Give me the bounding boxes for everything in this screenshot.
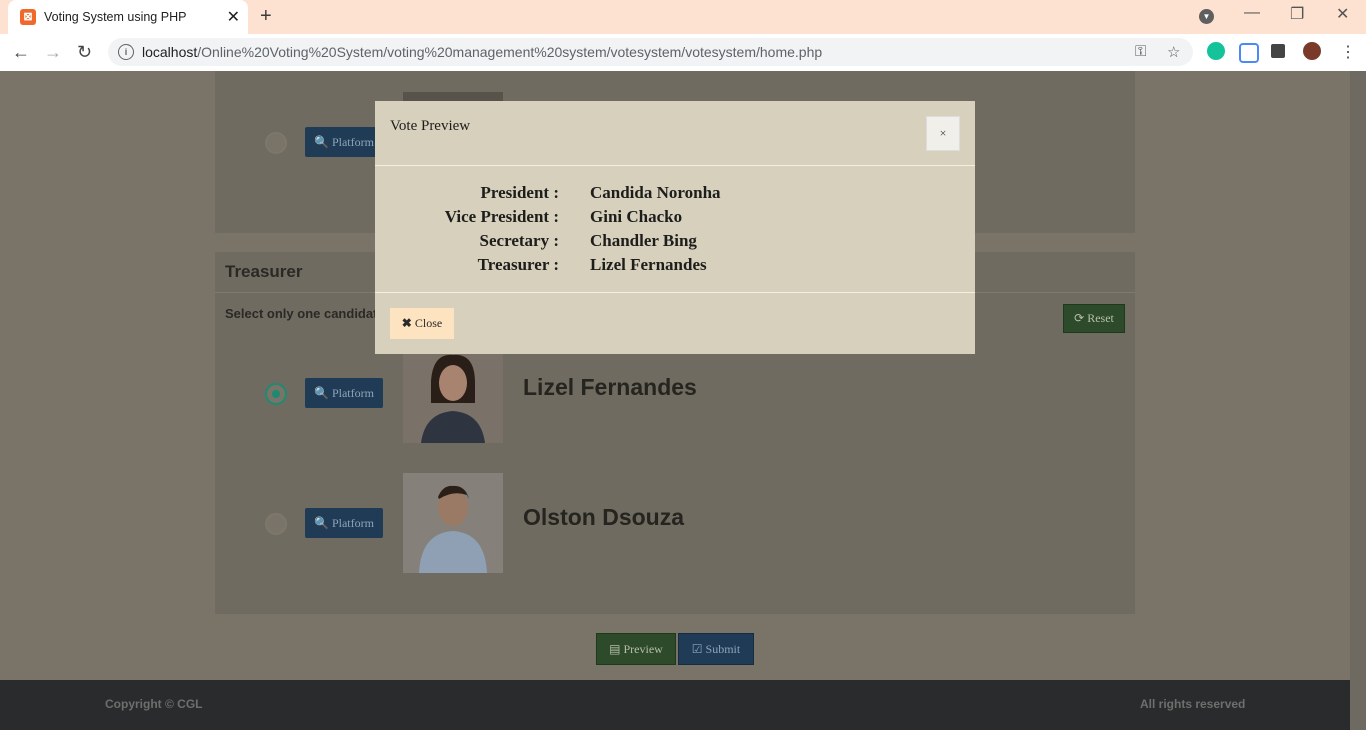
position-label: Secretary :	[479, 231, 559, 250]
candidate-value: Lizel Fernandes	[590, 255, 707, 274]
copyright-text: Copyright © CGL	[105, 697, 203, 711]
xampp-favicon-icon: ⊠	[20, 9, 36, 25]
close-x-icon: ✖	[401, 316, 412, 330]
scrollbar[interactable]	[1350, 71, 1366, 730]
profile-avatar[interactable]	[1303, 42, 1321, 60]
bookmark-star-icon[interactable]: ☆	[1167, 43, 1180, 61]
footer: Copyright © CGL All rights reserved	[0, 680, 1350, 730]
position-label: Vice President :	[444, 207, 559, 226]
modal-title: Vote Preview	[390, 118, 471, 134]
candidate-name: Olston Dsouza	[523, 504, 685, 530]
window-close-icon[interactable]: ✕	[1336, 4, 1349, 24]
vote-preview-modal: Vote Preview × President : Candida Noron…	[375, 101, 975, 354]
restore-icon[interactable]: ❐	[1290, 4, 1304, 24]
back-icon[interactable]: ←	[12, 42, 30, 63]
tab-title: Voting System using PHP	[44, 10, 187, 24]
person-icon	[403, 343, 503, 443]
browser-toolbar: ← → ↻ i localhost/Online%20Voting%20Syst…	[0, 34, 1366, 72]
preview-button[interactable]: ▤ Preview	[596, 633, 676, 665]
reset-button[interactable]: ⟳ Reset	[1063, 304, 1125, 333]
browser-menu-icon[interactable]: ⋮	[1340, 42, 1356, 62]
platform-button[interactable]: 🔍 Platform	[305, 508, 383, 538]
new-tab-icon[interactable]: +	[260, 5, 272, 28]
modal-header: Vote Preview ×	[375, 101, 975, 166]
grammarly-icon[interactable]	[1207, 42, 1225, 60]
submit-button[interactable]: ☑ Submit	[678, 633, 754, 665]
browser-tab-bar: ⊠ Voting System using PHP ✕ + ▼ — ❐ ✕	[0, 0, 1366, 34]
position-label: Treasurer :	[477, 255, 559, 274]
person-icon	[403, 473, 503, 573]
candidate-value: Candida Noronha	[590, 183, 721, 202]
instruction-text: Select only one candidat	[225, 306, 378, 321]
candidate-photo	[403, 343, 503, 443]
candidate-name: Lizel Fernandes	[523, 374, 697, 400]
tab-search-icon[interactable]: ▼	[1199, 9, 1214, 24]
modal-close-x-button[interactable]: ×	[926, 116, 960, 151]
forward-icon[interactable]: →	[44, 42, 62, 63]
platform-button[interactable]: 🔍 Platform	[305, 127, 383, 157]
panel-title: Treasurer	[225, 262, 303, 281]
reload-icon[interactable]: ↻	[77, 42, 92, 63]
extensions-puzzle-icon[interactable]	[1271, 44, 1285, 58]
candidate-radio[interactable]	[265, 513, 287, 535]
url-text: localhost/Online%20Voting%20System/votin…	[142, 44, 823, 60]
rights-text: All rights reserved	[1140, 697, 1246, 711]
address-bar[interactable]: i localhost/Online%20Voting%20System/vot…	[108, 38, 1193, 66]
link-extension-icon[interactable]	[1239, 43, 1259, 63]
platform-button[interactable]: 🔍 Platform	[305, 378, 383, 408]
candidate-value: Gini Chacko	[590, 207, 683, 226]
browser-tab[interactable]: ⊠ Voting System using PHP ✕	[8, 0, 248, 34]
candidate-radio-selected[interactable]	[265, 383, 287, 405]
site-info-icon[interactable]: i	[118, 44, 134, 60]
candidate-photo	[403, 473, 503, 573]
minimize-icon[interactable]: —	[1244, 4, 1260, 22]
key-icon[interactable]: ⚿	[1135, 43, 1146, 60]
position-label: President :	[480, 183, 559, 202]
modal-footer	[375, 292, 975, 293]
candidate-value: Chandler Bing	[590, 231, 697, 250]
modal-close-button[interactable]: ✖ Close	[390, 308, 454, 339]
tab-close-icon[interactable]: ✕	[227, 7, 240, 27]
candidate-radio[interactable]	[265, 132, 287, 154]
